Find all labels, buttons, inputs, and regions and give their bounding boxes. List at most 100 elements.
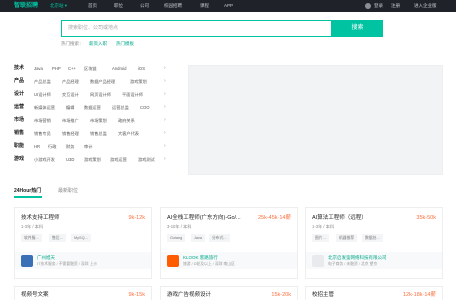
job-tag: 机器推荐: [336, 234, 358, 242]
company-name[interactable]: 广州旭天: [37, 254, 55, 261]
job-card[interactable]: 游戏广告视频设计 15k-20k: [160, 286, 298, 300]
category-item[interactable]: 运营总监: [112, 103, 129, 112]
chevron-right-icon: ›: [164, 156, 166, 162]
category-row-design[interactable]: 设计 UI设计师 交互设计 网页设计师 平面设计师 ›: [14, 90, 170, 99]
category-row-functions[interactable]: 职能 HR 行政 财务 审计 ›: [14, 142, 170, 151]
category-item[interactable]: 平面设计师: [122, 90, 143, 99]
job-tag: Golang: [167, 234, 186, 242]
company-logo: [167, 255, 179, 267]
promo-banner[interactable]: [188, 65, 443, 175]
tab-24hour-hot[interactable]: 24Hour热门: [14, 187, 41, 195]
job-tag: 分布式...: [209, 234, 230, 242]
job-title: 技术支持工程师: [21, 215, 60, 221]
chevron-right-icon: ›: [164, 65, 166, 71]
hot-search-item[interactable]: 热门模板: [116, 40, 134, 47]
category-item[interactable]: C++: [68, 64, 76, 73]
category-title: 游戏: [14, 156, 25, 162]
category-item[interactable]: Android: [112, 64, 126, 73]
company-name[interactable]: 北京启发鉴网络科技有限公司: [328, 254, 387, 261]
category-item[interactable]: 区块链: [84, 64, 97, 73]
site-logo[interactable]: 智联招聘: [14, 1, 38, 11]
job-tag: MySQ...: [71, 234, 91, 242]
chevron-right-icon: ›: [164, 130, 166, 136]
category-item[interactable]: 编辑: [66, 103, 74, 112]
category-item[interactable]: 销售专员: [34, 129, 51, 138]
register-link[interactable]: 注册: [391, 2, 400, 10]
chevron-right-icon: ›: [164, 78, 166, 84]
category-item[interactable]: 交互设计: [62, 90, 79, 99]
job-card[interactable]: 技术支持工程师 9k-12k 1-3年 / 本科 软件服... 售后... My…: [14, 207, 152, 279]
job-card[interactable]: AI算法工程师（远程） 35k-50k 1-3年 / 本科 图片... 机器推荐…: [305, 207, 443, 279]
category-item[interactable]: HR: [34, 142, 40, 151]
job-title: AI算法工程师（远程）: [312, 215, 367, 221]
category-title: 产品: [14, 78, 25, 84]
category-item[interactable]: 网页设计师: [90, 90, 111, 99]
category-row-marketing[interactable]: 市场 市场营销 市场推广 市场策划 政府关系 ›: [14, 116, 170, 125]
category-item[interactable]: iOS: [138, 64, 145, 73]
category-row-tech[interactable]: 技术 Java PHP C++ 区块链 Android iOS ›: [14, 64, 170, 73]
hot-search-label: 热门搜索：: [61, 41, 84, 46]
job-meta: 1-3年 / 本科: [21, 224, 44, 229]
category-item[interactable]: 小游戏开发: [34, 155, 55, 164]
category-item[interactable]: 行政: [48, 142, 56, 151]
category-item[interactable]: 大客户代表: [118, 129, 139, 138]
nav-item-home[interactable]: 首页: [88, 2, 97, 10]
employer-link[interactable]: 进入企业版: [414, 2, 437, 10]
category-item[interactable]: 政府关系: [118, 116, 135, 125]
search-placeholder: 搜索职位、公司或地点: [68, 25, 119, 31]
category-title: 市场: [14, 117, 25, 123]
category-title: 销售: [14, 130, 25, 136]
nav-item-app[interactable]: APP: [224, 2, 233, 10]
job-tag: 图片...: [312, 234, 329, 242]
category-item[interactable]: UI设计师: [34, 90, 51, 99]
category-row-operations[interactable]: 运营 新媒体运营 编辑 数据运营 运营总监 COO ›: [14, 103, 170, 112]
category-item[interactable]: PHP: [52, 64, 61, 73]
category-item[interactable]: 数据产品经理: [90, 77, 115, 86]
job-tag: 售后...: [49, 234, 66, 242]
category-item[interactable]: 财务: [66, 142, 74, 151]
job-card[interactable]: AI全栈工程师(广东方向)-Go/... 25k-45k·14薪 3-10年 /…: [160, 207, 298, 279]
category-item[interactable]: Java: [34, 64, 43, 73]
category-item[interactable]: 游戏策划: [84, 155, 101, 164]
category-item[interactable]: 产品经理: [62, 77, 79, 86]
nav-item-jobs[interactable]: 职位: [114, 2, 123, 10]
category-title: 运营: [14, 104, 25, 110]
job-salary: 35k-50k: [416, 215, 436, 221]
job-salary: 15k-20k: [271, 292, 291, 298]
category-item[interactable]: 审计: [84, 142, 92, 151]
category-item[interactable]: 数据运营: [84, 103, 101, 112]
job-card[interactable]: 校招主管 12k-18k·14薪: [305, 286, 443, 300]
active-tab-indicator: [14, 196, 42, 198]
login-link[interactable]: 登录: [374, 2, 383, 10]
category-title: 设计: [14, 91, 25, 97]
tab-latest-jobs[interactable]: 最新职位: [58, 187, 78, 195]
search-input[interactable]: 搜索职位、公司或地点: [61, 20, 332, 37]
job-meta: 3-10年 / 本科: [167, 224, 192, 229]
company-info: IT技术服务 / 不需要融资 / 深圳 上沙: [37, 262, 98, 266]
job-card[interactable]: 视频号文案 9k-15k: [14, 286, 152, 300]
category-item[interactable]: 市场营销: [34, 116, 51, 125]
category-item[interactable]: 游戏策划: [130, 77, 147, 86]
category-item[interactable]: 市场推广: [62, 116, 79, 125]
category-item[interactable]: 销售经理: [62, 129, 79, 138]
category-item[interactable]: 游戏测试: [138, 155, 155, 164]
nav-item-courses[interactable]: 课程: [200, 2, 209, 10]
nav-item-campus[interactable]: 校园招聘: [164, 2, 182, 10]
category-item[interactable]: 市场策划: [90, 116, 107, 125]
category-title: 职能: [14, 143, 25, 149]
category-row-product[interactable]: 产品 产品总监 产品经理 数据产品经理 游戏策划 ›: [14, 77, 170, 86]
category-item[interactable]: COO: [140, 103, 150, 112]
category-item[interactable]: 销售总监: [90, 129, 107, 138]
nav-item-companies[interactable]: 公司: [140, 2, 149, 10]
job-title: AI全栈工程师(广东方向)-Go/...: [167, 215, 241, 221]
city-selector[interactable]: 北京站 ▾: [50, 2, 67, 10]
category-item[interactable]: 新媒体运营: [34, 103, 55, 112]
hot-search-item[interactable]: 薪资入职: [89, 40, 107, 47]
category-item[interactable]: 产品总监: [34, 77, 51, 86]
category-item[interactable]: U3D: [66, 155, 74, 164]
category-row-games[interactable]: 游戏 小游戏开发 U3D 游戏策划 游戏运营 游戏测试 ›: [14, 155, 170, 164]
search-button[interactable]: 搜索: [332, 20, 383, 37]
company-name[interactable]: KLOOK 客路旅行: [183, 254, 218, 261]
category-item[interactable]: 游戏运营: [110, 155, 127, 164]
category-row-sales[interactable]: 销售 销售专员 销售经理 销售总监 大客户代表 ›: [14, 129, 170, 138]
